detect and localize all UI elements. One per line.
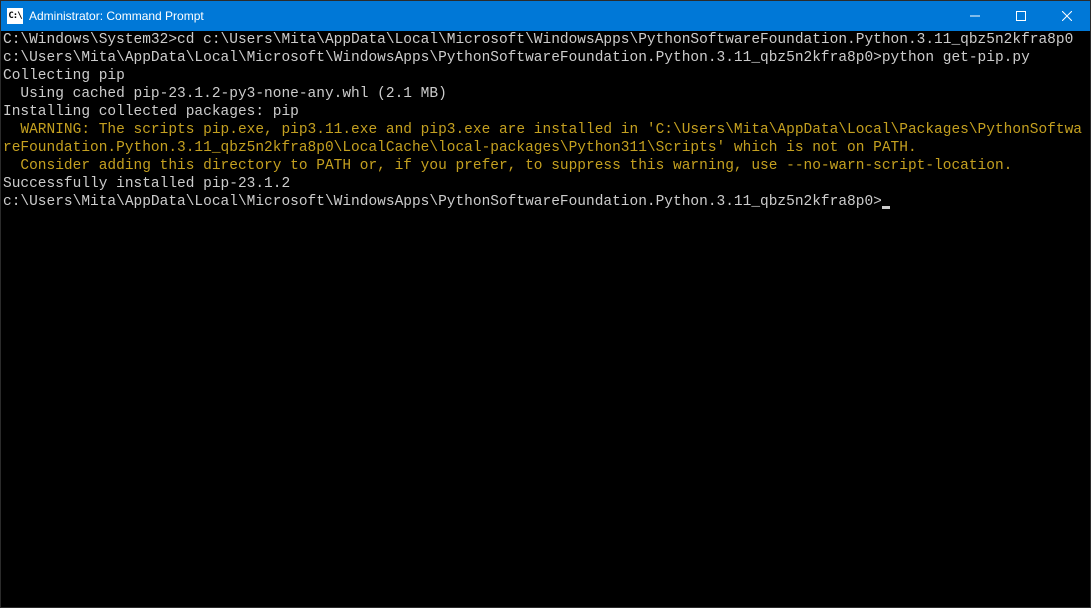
minimize-icon xyxy=(970,11,980,21)
terminal-line: Using cached pip-23.1.2-py3-none-any.whl… xyxy=(3,85,1088,103)
maximize-button[interactable] xyxy=(998,1,1044,31)
terminal-area[interactable]: C:\Windows\System32>cd c:\Users\Mita\App… xyxy=(1,31,1090,607)
terminal-warning-line: Consider adding this directory to PATH o… xyxy=(3,157,1088,175)
window-controls xyxy=(952,1,1090,31)
minimize-button[interactable] xyxy=(952,1,998,31)
prompt-text: C:\Windows\System32> xyxy=(3,32,177,48)
terminal-line: c:\Users\Mita\AppData\Local\Microsoft\Wi… xyxy=(3,49,1088,67)
command-prompt-window: C:\ Administrator: Command Prompt C:\Win… xyxy=(0,0,1091,608)
titlebar[interactable]: C:\ Administrator: Command Prompt xyxy=(1,1,1090,31)
app-icon-text: C:\ xyxy=(8,11,21,21)
close-icon xyxy=(1062,11,1072,21)
terminal-line: C:\Windows\System32>cd c:\Users\Mita\App… xyxy=(3,31,1088,49)
terminal-line: c:\Users\Mita\AppData\Local\Microsoft\Wi… xyxy=(3,193,1088,211)
terminal-line: Installing collected packages: pip xyxy=(3,103,1088,121)
prompt-text: c:\Users\Mita\AppData\Local\Microsoft\Wi… xyxy=(3,194,882,210)
app-icon: C:\ xyxy=(7,8,23,24)
close-button[interactable] xyxy=(1044,1,1090,31)
maximize-icon xyxy=(1016,11,1026,21)
command-text: cd c:\Users\Mita\AppData\Local\Microsoft… xyxy=(177,32,1073,48)
terminal-line: Successfully installed pip-23.1.2 xyxy=(3,175,1088,193)
command-text: python get-pip.py xyxy=(882,50,1030,66)
window-title: Administrator: Command Prompt xyxy=(29,9,952,23)
terminal-line: Collecting pip xyxy=(3,67,1088,85)
terminal-warning-line: WARNING: The scripts pip.exe, pip3.11.ex… xyxy=(3,121,1088,157)
prompt-text: c:\Users\Mita\AppData\Local\Microsoft\Wi… xyxy=(3,50,882,66)
cursor xyxy=(882,206,890,209)
